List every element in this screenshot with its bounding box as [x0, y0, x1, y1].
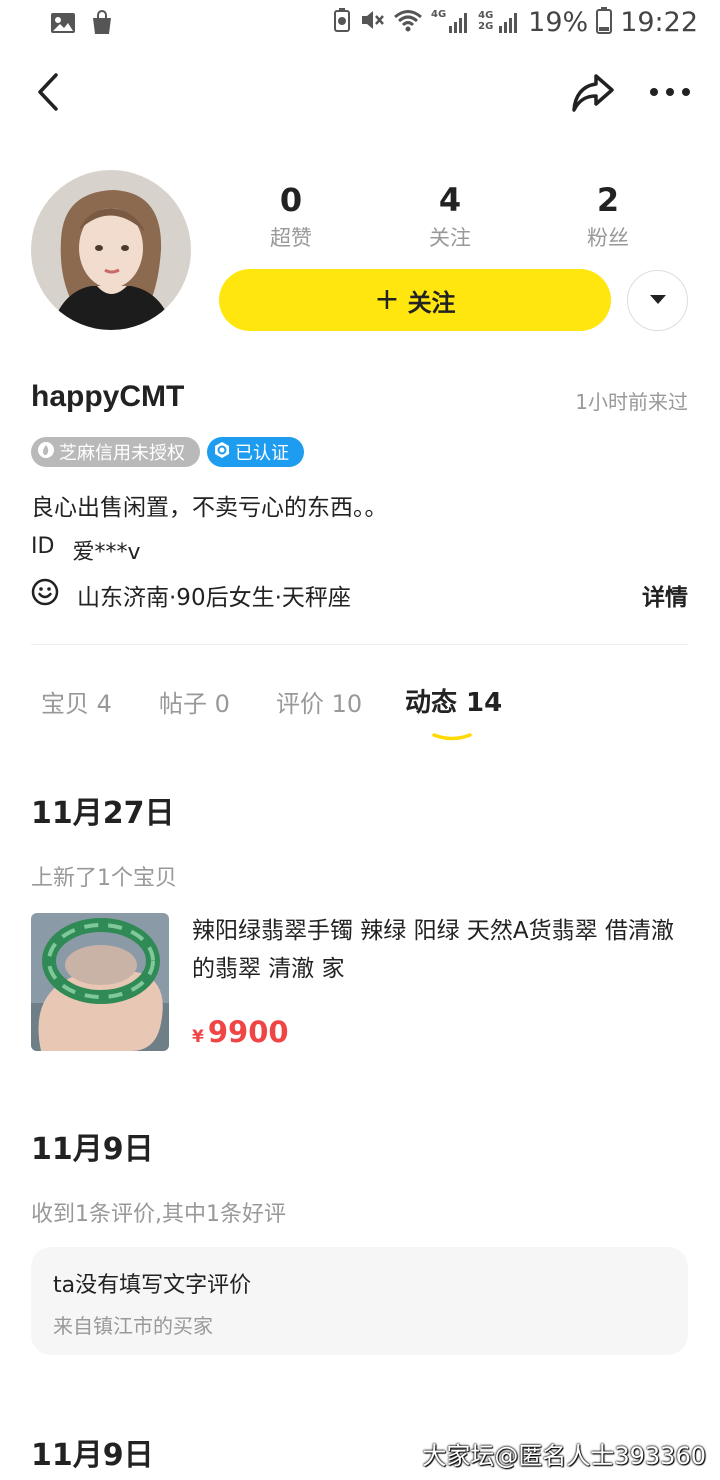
share-icon[interactable]: [570, 70, 616, 114]
stat-followers-value: 2: [596, 181, 620, 219]
clock: 19:22: [620, 6, 698, 38]
watermark: 大家坛@匿名人士393360: [422, 1442, 706, 1470]
more-options-dropdown[interactable]: [627, 270, 688, 331]
location-text: 山东济南·90后女生·天秤座: [77, 585, 351, 611]
feed-summary: 收到1条评价,其中1条好评: [31, 1202, 286, 1227]
bio: 良心出售闲置，不卖亏心的东西。。: [31, 495, 388, 521]
avatar[interactable]: [31, 170, 191, 330]
stat-following-label: 关注: [429, 226, 471, 250]
details-link[interactable]: 详情: [642, 578, 688, 612]
stat-followers[interactable]: 2 粉丝: [548, 180, 668, 252]
price-currency: ¥: [192, 1027, 204, 1047]
stat-likes-label: 超赞: [270, 226, 312, 250]
follow-button-label: 关注: [407, 288, 456, 317]
id-value: 爱***v: [72, 540, 141, 565]
tab-posts[interactable]: 帖子 0: [159, 684, 230, 719]
review-text: ta没有填写文字评价: [53, 1273, 252, 1298]
stat-following[interactable]: 4 关注: [390, 180, 510, 252]
battery-icon: [596, 6, 613, 38]
chevron-down-icon: [648, 291, 668, 310]
tab-items[interactable]: 宝贝 4: [41, 684, 112, 719]
battery-saver-icon: [333, 7, 351, 37]
follow-button[interactable]: + 关注: [219, 269, 611, 331]
user-id-row: ID 爱***v: [31, 534, 140, 566]
feed-date: 11月27日: [31, 796, 175, 831]
tab-activity[interactable]: 动态 14: [405, 682, 502, 719]
stat-likes[interactable]: 0 超赞: [231, 180, 351, 252]
more-icon[interactable]: [646, 80, 694, 104]
battery-percent: 19%: [528, 6, 589, 38]
flame-icon: [37, 441, 55, 464]
smiley-icon: [31, 578, 59, 612]
signal-icon: 4G: [431, 10, 470, 34]
shield-icon: [213, 441, 231, 464]
active-tab-indicator: [432, 726, 472, 741]
review-source: 来自镇江市的买家: [53, 1314, 213, 1338]
product-title[interactable]: 辣阳绿翡翠手镯 辣绿 阳绿 天然A货翡翠 借清澈的翡翠 清澈 家: [192, 912, 682, 988]
last-seen: 1小时前来过: [575, 390, 688, 414]
feed-summary: 上新了1个宝贝: [31, 866, 177, 891]
id-label: ID: [31, 534, 55, 559]
credit-badge[interactable]: 芝麻信用未授权: [31, 437, 200, 467]
wifi-icon: [393, 7, 423, 37]
status-bar: 4G 4G 2G 19% 19:22: [0, 0, 720, 48]
stat-followers-label: 粉丝: [587, 226, 629, 250]
stat-likes-value: 0: [279, 181, 303, 219]
signal-icon-2: 4G 2G: [478, 10, 520, 34]
verified-badge-label: 已认证: [235, 443, 289, 464]
tab-reviews[interactable]: 评价 10: [276, 684, 362, 719]
product-thumbnail[interactable]: [31, 913, 169, 1051]
shopping-bag-icon: [90, 10, 114, 40]
verified-badge[interactable]: 已认证: [207, 437, 304, 467]
mute-icon: [359, 7, 385, 37]
stat-following-value: 4: [438, 181, 462, 219]
review-card[interactable]: ta没有填写文字评价 来自镇江市的买家: [31, 1247, 688, 1355]
back-icon[interactable]: [30, 68, 70, 116]
plus-icon: +: [374, 282, 400, 317]
location-row: 山东济南·90后女生·天秤座: [31, 578, 351, 612]
price-value: 9900: [207, 1015, 289, 1049]
divider: [31, 644, 688, 645]
product-price: ¥ 9900: [192, 1015, 289, 1049]
credit-badge-label: 芝麻信用未授权: [59, 443, 185, 464]
feed-date: 11月9日: [31, 1132, 154, 1167]
username: happyCMT: [31, 380, 185, 413]
feed-date: 11月9日: [31, 1438, 154, 1473]
gallery-icon: [50, 11, 76, 39]
